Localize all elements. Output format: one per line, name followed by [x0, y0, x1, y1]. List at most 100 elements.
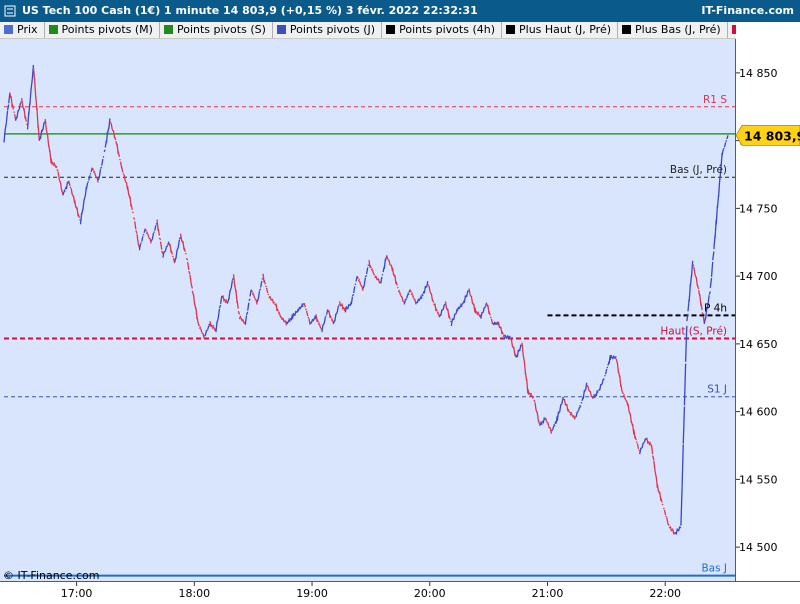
price-segment — [83, 200, 84, 210]
price-segment — [185, 253, 186, 254]
price-segment — [327, 309, 328, 314]
brand-label[interactable]: IT-Finance.com — [701, 4, 794, 17]
price-segment — [194, 295, 195, 305]
price-segment — [569, 412, 570, 413]
price-segment — [694, 267, 695, 275]
price-segment — [295, 311, 296, 316]
legend-item[interactable]: Plus Haut (S, Pré) — [728, 22, 736, 38]
price-chart[interactable]: R1 SBas (J, Pré)P 4hHaut (S, Pré)S1 JBas… — [0, 39, 736, 581]
price-segment — [534, 400, 535, 402]
legend-item[interactable]: Points pivots (S) — [160, 22, 273, 38]
price-segment — [636, 442, 637, 443]
plot-area[interactable]: R1 SBas (J, Pré)P 4hHaut (S, Pré)S1 JBas… — [0, 39, 736, 581]
price-segment — [363, 285, 364, 288]
price-segment — [28, 112, 29, 129]
legend-item[interactable]: Prix — [0, 22, 45, 38]
price-segment — [456, 309, 457, 314]
price-segment — [18, 109, 19, 111]
price-segment — [684, 364, 685, 406]
price-segment — [265, 286, 266, 287]
price-segment — [422, 294, 423, 296]
price-segment — [111, 123, 112, 129]
legend-swatch-icon — [386, 25, 395, 34]
price-segment — [119, 159, 120, 160]
price-segment — [354, 286, 355, 293]
price-segment — [617, 362, 618, 372]
price-segment — [624, 396, 625, 400]
price-segment — [717, 195, 718, 207]
price-segment — [285, 320, 286, 325]
price-segment — [427, 281, 428, 287]
price-segment — [647, 438, 648, 444]
price-segment — [520, 345, 521, 351]
legend-label: Points pivots (M) — [62, 23, 153, 36]
price-segment — [727, 135, 728, 139]
price-segment — [554, 424, 555, 426]
price-segment — [623, 394, 624, 396]
price-segment — [261, 281, 262, 288]
price-segment — [683, 407, 684, 444]
legend-swatch-icon — [49, 25, 58, 34]
price-segment — [648, 441, 649, 442]
price-segment — [651, 445, 652, 454]
price-segment — [662, 504, 663, 505]
price-segment — [254, 294, 255, 298]
legend-item[interactable]: Plus Haut (J, Pré) — [502, 22, 618, 38]
price-segment — [467, 291, 468, 297]
price-segment — [301, 305, 302, 308]
price-segment — [75, 200, 76, 208]
price-segment — [387, 255, 388, 259]
price-segment — [408, 293, 409, 295]
price-segment — [89, 175, 90, 180]
level-label: P 4h — [704, 302, 727, 314]
price-segment — [86, 183, 87, 189]
price-segment — [378, 278, 379, 283]
price-segment — [690, 275, 691, 286]
price-segment — [305, 309, 306, 310]
legend-item[interactable]: Plus Bas (J, Pré) — [618, 22, 728, 38]
price-segment — [311, 320, 312, 324]
price-segment — [247, 312, 248, 315]
price-segment — [402, 297, 403, 302]
price-segment — [131, 204, 132, 209]
price-segment — [489, 311, 490, 315]
price-segment — [522, 343, 523, 355]
price-segment — [494, 322, 495, 326]
price-segment — [385, 256, 386, 260]
price-segment — [307, 311, 308, 316]
price-segment — [318, 323, 319, 325]
price-segment — [241, 318, 242, 321]
price-segment — [78, 214, 79, 218]
price-segment — [205, 330, 206, 335]
price-segment — [415, 299, 416, 304]
price-segment — [292, 313, 293, 319]
price-segment — [657, 484, 658, 492]
price-segment — [703, 316, 704, 324]
price-segment — [374, 274, 375, 275]
x-tick-label: 21:00 — [532, 587, 564, 600]
x-tick-label: 22:00 — [649, 587, 681, 600]
legend-swatch-icon — [277, 25, 286, 34]
price-segment — [104, 150, 105, 152]
price-segment — [177, 248, 178, 251]
price-segment — [607, 367, 608, 368]
price-segment — [389, 260, 390, 265]
price-segment — [476, 311, 477, 312]
copyright-label: © IT-Finance.com — [3, 569, 100, 582]
price-segment — [460, 305, 461, 308]
price-segment — [319, 324, 320, 328]
price-segment — [667, 517, 668, 523]
price-segment — [133, 218, 134, 220]
price-segment — [29, 103, 30, 114]
legend-item[interactable]: Points pivots (M) — [45, 22, 160, 38]
grip-icon[interactable] — [4, 5, 16, 17]
legend-item[interactable]: Points pivots (J) — [273, 22, 382, 38]
price-segment — [405, 299, 406, 300]
price-segment — [142, 236, 143, 241]
price-segment — [102, 159, 103, 166]
price-segment — [433, 300, 434, 303]
price-segment — [343, 307, 344, 308]
price-segment — [231, 280, 232, 288]
legend-item[interactable]: Points pivots (4h) — [382, 22, 502, 38]
title-bar: US Tech 100 Cash (1€) 1 minute 14 803,9 … — [0, 0, 800, 22]
